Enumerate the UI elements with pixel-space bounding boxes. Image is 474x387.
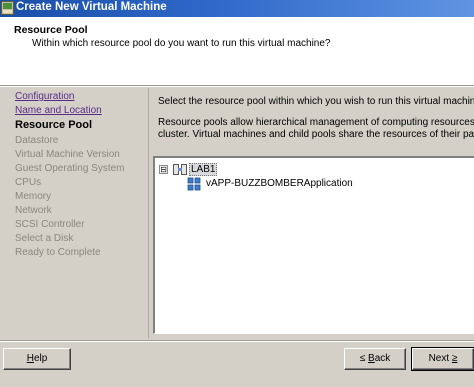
step-resource-pool: Resource Pool bbox=[15, 119, 93, 131]
tree-node-label[interactable]: LAB1 bbox=[189, 163, 218, 176]
help-button-mnemonic: H bbox=[26, 353, 34, 364]
description-line-1: Resource pools allow hierarchical manage… bbox=[158, 117, 474, 128]
wizard-header: Resource Pool Within which resource pool… bbox=[0, 17, 474, 86]
back-button-rest: ack bbox=[374, 353, 391, 364]
page-title: Resource Pool bbox=[14, 24, 88, 36]
step-virtual-machine-version: Virtual Machine Version bbox=[15, 149, 120, 160]
footer-divider-highlight bbox=[0, 341, 474, 342]
step-ready-to-complete: Ready to Complete bbox=[15, 247, 101, 258]
step-configuration[interactable]: Configuration bbox=[15, 91, 74, 102]
step-scsi-controller: SCSI Controller bbox=[15, 219, 85, 230]
step-cpus: CPUs bbox=[15, 177, 42, 188]
instruction-text: Select the resource pool within which yo… bbox=[158, 96, 474, 107]
back-button-mnemonic: B bbox=[368, 353, 375, 364]
title-bar: Create New Virtual Machine bbox=[0, 0, 474, 17]
step-memory: Memory bbox=[15, 191, 52, 202]
back-button[interactable]: ≤ Back bbox=[344, 348, 406, 370]
vapp-icon bbox=[187, 177, 202, 194]
wizard-steps: Configuration Name and Location Resource… bbox=[0, 88, 148, 338]
step-select-a-disk: Select a Disk bbox=[15, 233, 74, 244]
tree-node-label[interactable]: vAPP-BUZZBOMBERApplication bbox=[206, 178, 353, 189]
steps-divider bbox=[148, 88, 149, 338]
description-line-2: cluster. Virtual machines and child pool… bbox=[158, 129, 474, 140]
resource-pool-tree[interactable]: ⊟ LAB1 vAPP-BUZZBOMBERApplication bbox=[153, 156, 474, 334]
collapse-icon[interactable]: ⊟ bbox=[159, 165, 168, 174]
next-button-mnemonic: ≥ bbox=[451, 353, 458, 364]
step-datastore: Datastore bbox=[15, 135, 59, 146]
page-subtitle: Within which resource pool do you want t… bbox=[32, 38, 331, 49]
back-button-prefix: ≤ bbox=[359, 353, 369, 364]
step-name-and-location[interactable]: Name and Location bbox=[15, 105, 102, 116]
window-title: Create New Virtual Machine bbox=[16, 1, 167, 13]
step-network: Network bbox=[15, 205, 52, 216]
help-button[interactable]: Help bbox=[3, 348, 71, 370]
next-button-prefix: Next bbox=[428, 353, 452, 364]
help-button-rest: elp bbox=[33, 353, 48, 364]
step-guest-operating-system: Guest Operating System bbox=[15, 163, 125, 174]
header-divider bbox=[0, 86, 474, 87]
cluster-icon bbox=[173, 163, 187, 179]
next-button[interactable]: Next ≥ bbox=[411, 347, 474, 371]
vm-wizard-icon bbox=[1, 1, 14, 15]
